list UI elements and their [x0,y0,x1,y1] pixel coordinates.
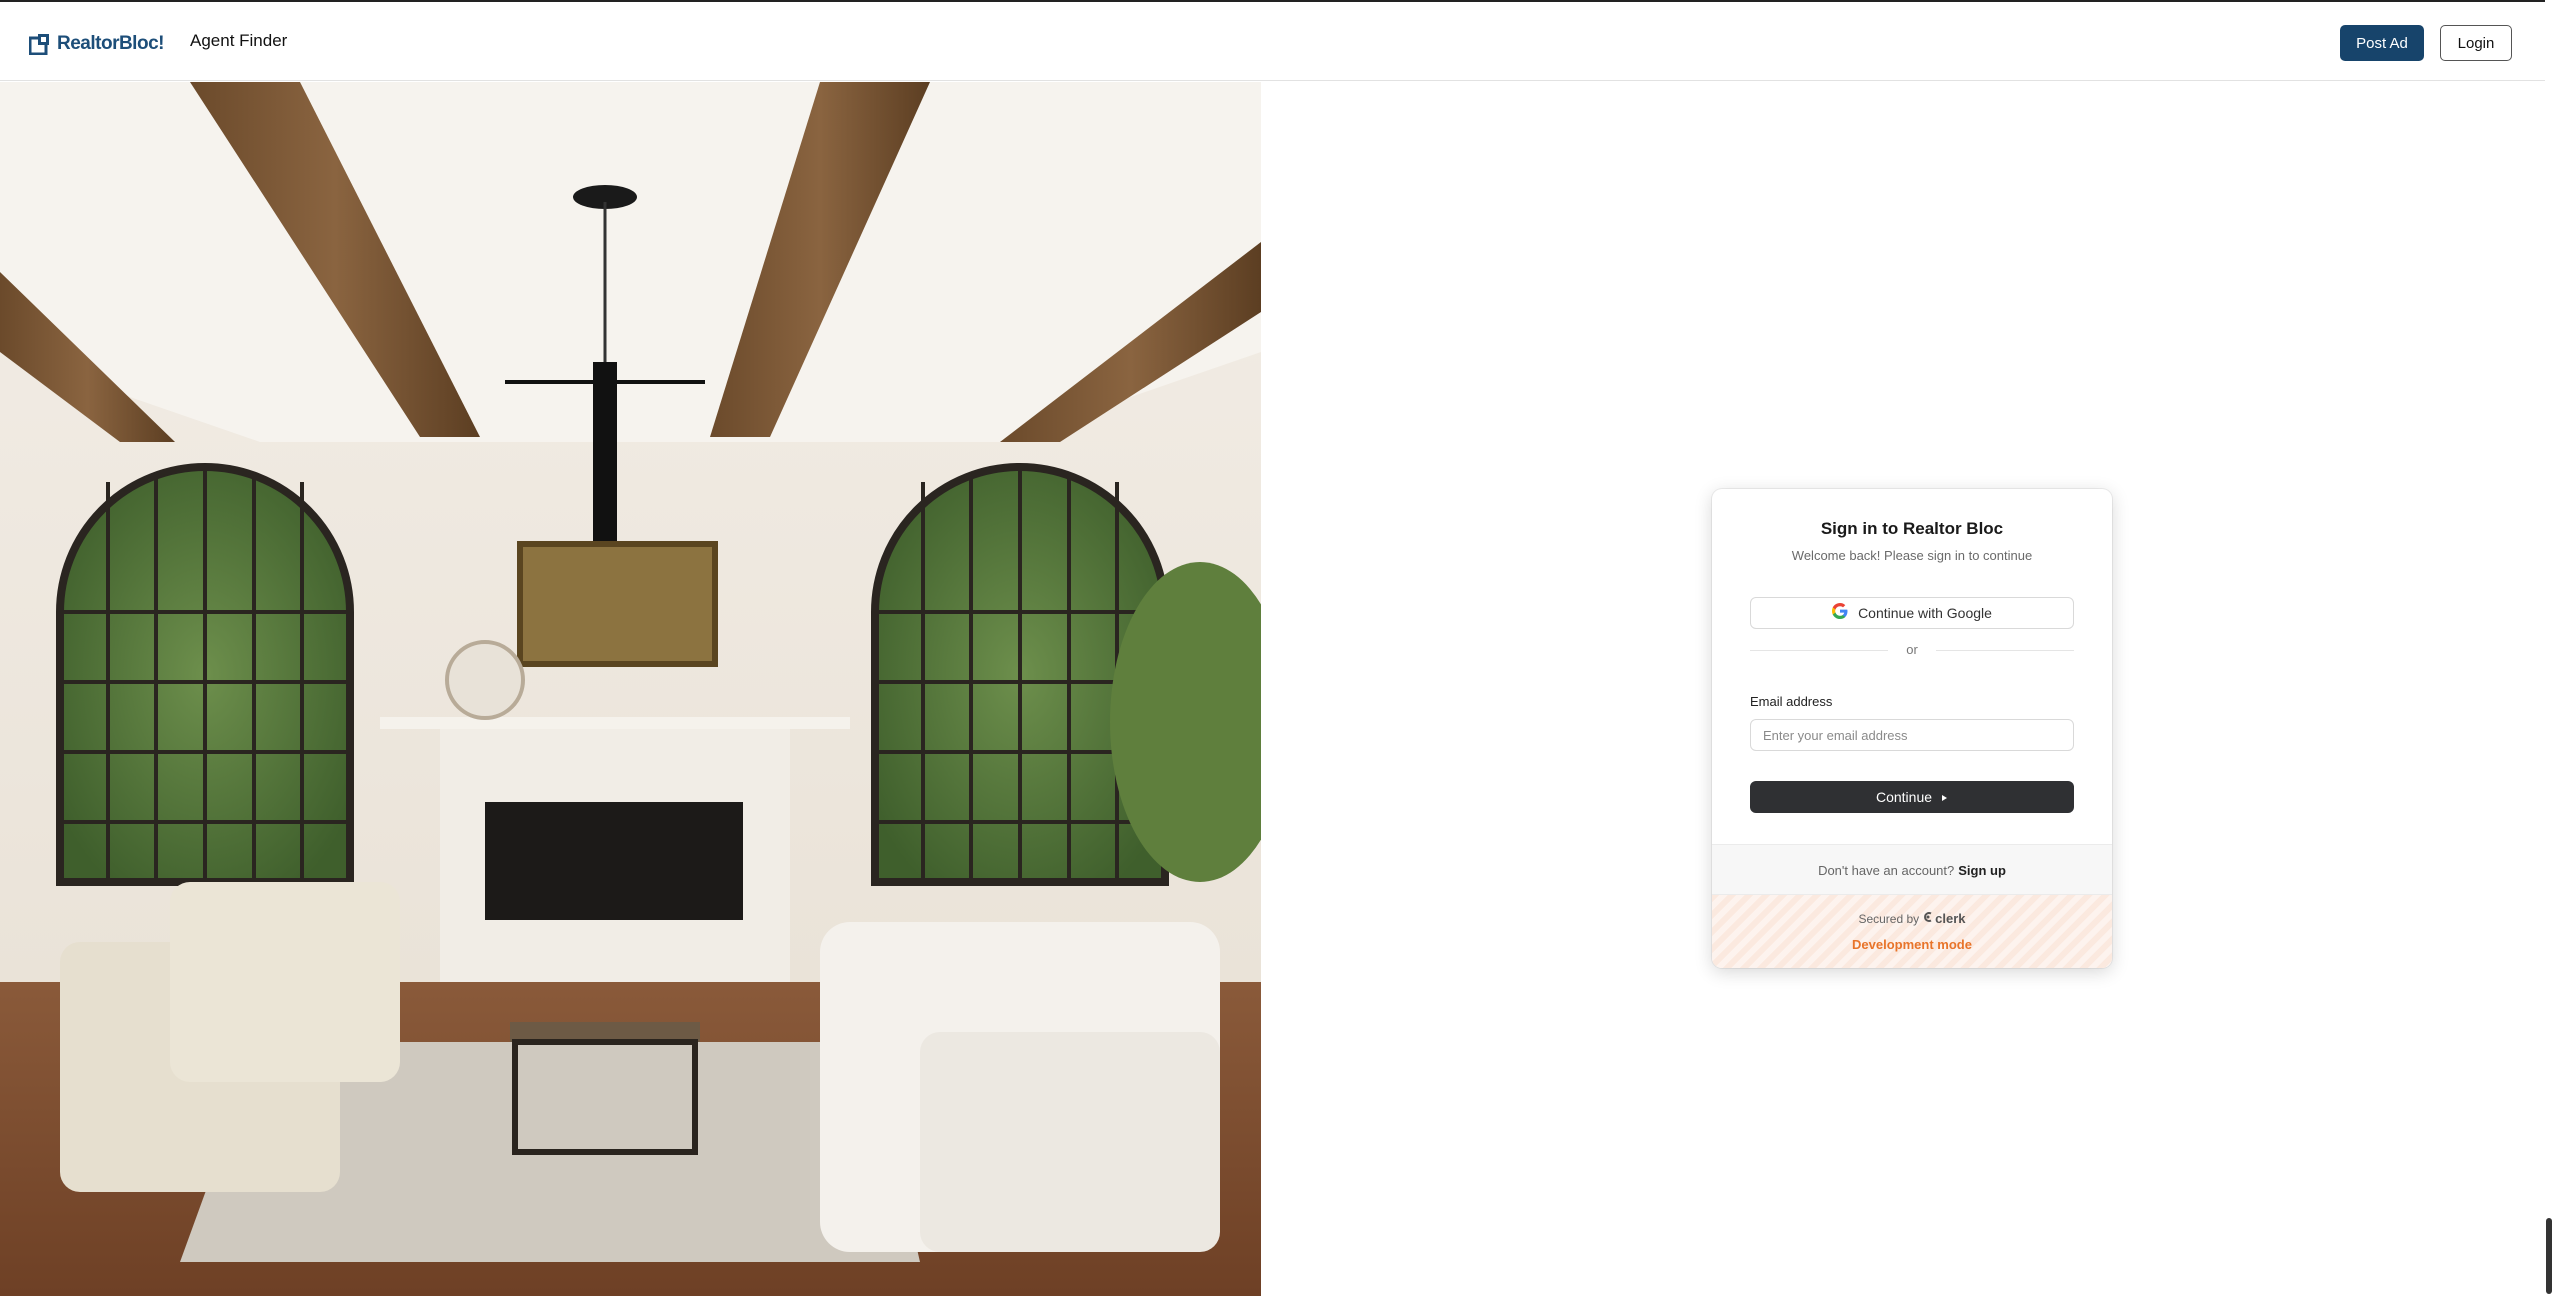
clerk-logo[interactable]: clerk [1923,911,1966,926]
secured-footer: Secured by clerk Development mode [1712,894,2112,968]
hero-living-room-image [0,82,1261,1296]
continue-button-label: Continue [1875,789,1933,805]
clerk-icon [1923,911,1933,926]
google-button-label: Continue with Google [1858,605,1992,621]
nav-agent-finder[interactable]: Agent Finder [190,31,287,51]
secured-by-text: Secured by [1858,911,1920,926]
development-mode-badge: Development mode [1852,937,1972,952]
caret-right-icon [1940,789,1948,805]
signup-footer: Don't have an account? Sign up [1712,844,2112,895]
clerk-brand-text: clerk [1935,911,1966,926]
scrollbar-track[interactable] [2545,0,2553,1296]
logo-icon [28,33,51,56]
sign-up-link[interactable]: Sign up [1958,863,2006,878]
brand-logo[interactable]: RealtorBloc! [28,29,164,59]
continue-with-google-button[interactable]: Continue with Google [1750,597,2074,629]
signin-title: Sign in to Realtor Bloc [1820,519,2004,538]
continue-button[interactable]: Continue [1750,781,2074,813]
login-button[interactable]: Login [2440,25,2512,61]
sign-in-card: Sign in to Realtor Bloc Welcome back! Pl… [1712,489,2112,968]
divider-text: or [1906,642,1918,657]
or-divider: or [1750,642,2074,658]
top-navbar: RealtorBloc! Agent Finder Post Ad Login [0,2,2553,81]
post-ad-button[interactable]: Post Ad [2340,25,2424,61]
email-label: Email address [1750,694,1833,709]
scrollbar-thumb[interactable] [2546,1218,2552,1294]
email-input[interactable] [1750,719,2074,751]
brand-name: RealtorBloc! [57,33,164,54]
google-icon [1832,602,1848,624]
signin-subtitle: Welcome back! Please sign in to continue [1791,548,2033,563]
no-account-text: Don't have an account? [1818,862,1955,878]
